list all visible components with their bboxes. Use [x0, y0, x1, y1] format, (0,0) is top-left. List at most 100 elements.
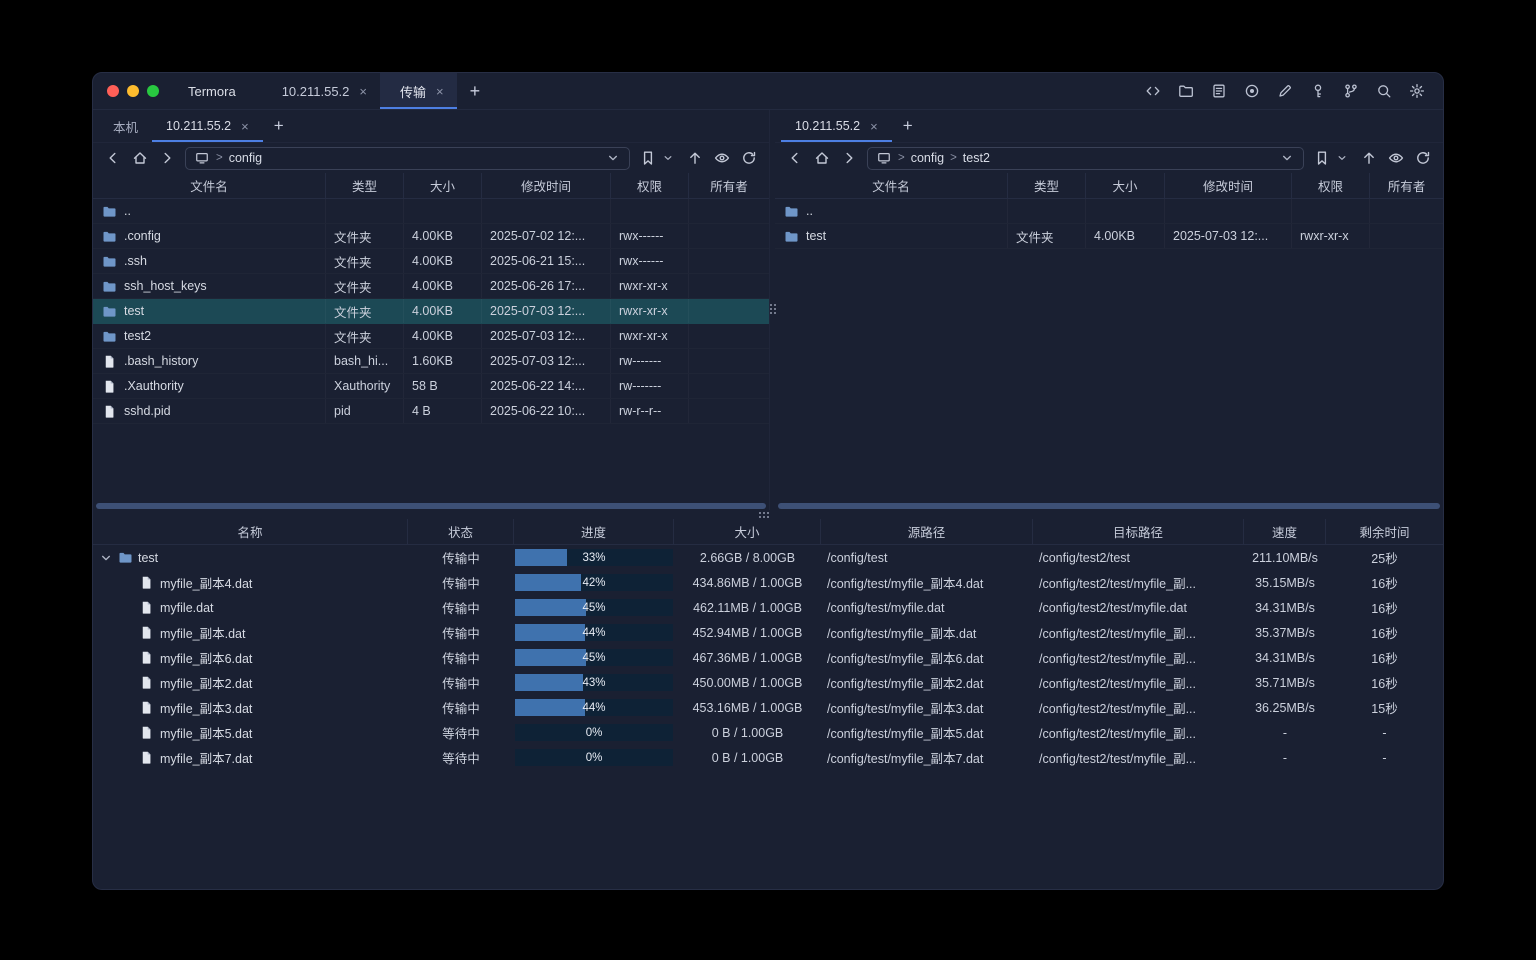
vertical-splitter[interactable] [769, 110, 775, 510]
column-header[interactable]: 进度 [514, 519, 674, 544]
column-header[interactable]: 大小 [404, 173, 482, 198]
file-permissions: rwx------ [611, 224, 689, 248]
transfer-row[interactable]: myfile_副本3.dat传输中44%453.16MB / 1.00GB/co… [93, 695, 1443, 720]
back-icon[interactable] [104, 149, 122, 167]
file-row[interactable]: .ssh文件夹4.00KB2025-06-21 15:...rwx------ [93, 249, 769, 274]
refresh-icon[interactable] [1414, 149, 1432, 167]
close-icon[interactable]: × [436, 85, 444, 98]
horizontal-scrollbar[interactable] [93, 502, 769, 510]
column-header[interactable]: 状态 [408, 519, 514, 544]
splitter-grip[interactable] [759, 512, 769, 518]
forward-icon[interactable] [840, 149, 858, 167]
column-header[interactable]: 名称 [93, 519, 408, 544]
close-icon[interactable]: × [241, 120, 249, 133]
column-header[interactable]: 修改时间 [482, 173, 611, 198]
eye-icon[interactable] [713, 149, 731, 167]
transfer-row[interactable]: myfile_副本4.dat传输中42%434.86MB / 1.00GB/co… [93, 570, 1443, 595]
settings-icon[interactable] [1408, 82, 1426, 100]
scrollbar-thumb[interactable] [778, 503, 1440, 509]
file-row[interactable]: .XauthorityXauthority58 B2025-06-22 14:.… [93, 374, 769, 399]
home-icon[interactable] [813, 149, 831, 167]
bookmark-icon[interactable] [639, 149, 657, 167]
arrow-up-icon[interactable] [1360, 149, 1378, 167]
path-bar[interactable]: >config [185, 147, 630, 170]
folder-icon[interactable] [1177, 82, 1195, 100]
bookmark-dropdown[interactable] [1313, 149, 1351, 167]
scrollbar-thumb[interactable] [96, 503, 766, 509]
edit-icon[interactable] [1276, 82, 1294, 100]
splitter-grip[interactable] [770, 304, 776, 314]
column-header[interactable]: 源路径 [821, 519, 1033, 544]
file-row[interactable]: test文件夹4.00KB2025-07-03 12:...rwxr-xr-x [93, 299, 769, 324]
arrow-up-icon[interactable] [686, 149, 704, 167]
chevron-down-icon[interactable] [604, 149, 622, 167]
host-tab[interactable]: 10.211.55.2× [262, 73, 380, 109]
home-icon[interactable] [131, 149, 149, 167]
transfer-row[interactable]: myfile_副本5.dat等待中0%0 B / 1.00GB/config/t… [93, 720, 1443, 745]
close-icon[interactable]: × [870, 120, 878, 133]
file-row[interactable]: .. [93, 199, 769, 224]
close-window-button[interactable] [107, 85, 119, 97]
bookmark-icon[interactable] [1313, 149, 1331, 167]
file-row[interactable]: sshd.pidpid4 B2025-06-22 10:...rw-r--r-- [93, 399, 769, 424]
column-header[interactable]: 类型 [326, 173, 404, 198]
panel-new-tab-button[interactable]: + [892, 110, 924, 142]
file-row[interactable]: test文件夹4.00KB2025-07-03 12:...rwxr-xr-x [775, 224, 1443, 249]
column-header[interactable]: 所有者 [1370, 173, 1443, 198]
column-header[interactable]: 文件名 [775, 173, 1008, 198]
file-row[interactable]: .. [775, 199, 1443, 224]
transfer-row[interactable]: test传输中33%2.66GB / 8.00GB/config/test/co… [93, 545, 1443, 570]
chevron-down-icon[interactable] [1333, 149, 1351, 167]
column-header[interactable]: 所有者 [689, 173, 769, 198]
search-icon[interactable] [1375, 82, 1393, 100]
transfer-row[interactable]: myfile.dat传输中45%462.11MB / 1.00GB/config… [93, 595, 1443, 620]
eye-icon[interactable] [1387, 149, 1405, 167]
transfer-row[interactable]: myfile_副本7.dat等待中0%0 B / 1.00GB/config/t… [93, 745, 1443, 770]
transfer-tab[interactable]: 传输× [380, 73, 457, 109]
refresh-icon[interactable] [740, 149, 758, 167]
chevron-down-icon[interactable] [659, 149, 677, 167]
code-icon[interactable] [1144, 82, 1162, 100]
breadcrumb-segment[interactable]: test2 [963, 151, 990, 165]
panel-new-tab-button[interactable]: + [263, 110, 295, 142]
column-header[interactable]: 目标路径 [1033, 519, 1244, 544]
column-header[interactable]: 修改时间 [1165, 173, 1292, 198]
column-header[interactable]: 剩余时间 [1326, 519, 1443, 544]
local-tab[interactable]: 本机 [99, 110, 152, 142]
back-icon[interactable] [786, 149, 804, 167]
log-icon[interactable] [1210, 82, 1228, 100]
transfer-row[interactable]: myfile_副本6.dat传输中45%467.36MB / 1.00GB/co… [93, 645, 1443, 670]
column-header[interactable]: 类型 [1008, 173, 1086, 198]
remote-tab[interactable]: 10.211.55.2× [152, 110, 263, 142]
column-header[interactable]: 速度 [1244, 519, 1326, 544]
column-header[interactable]: 文件名 [93, 173, 326, 198]
forward-icon[interactable] [158, 149, 176, 167]
progress-cell: 45% [514, 645, 674, 670]
breadcrumb-segment[interactable]: config [911, 151, 944, 165]
file-row[interactable]: test2文件夹4.00KB2025-07-03 12:...rwxr-xr-x [93, 324, 769, 349]
remote-tab[interactable]: 10.211.55.2× [781, 110, 892, 142]
minimize-window-button[interactable] [127, 85, 139, 97]
chevron-down-icon[interactable] [99, 551, 113, 565]
key-icon[interactable] [1309, 82, 1327, 100]
file-row[interactable]: .config文件夹4.00KB2025-07-02 12:...rwx----… [93, 224, 769, 249]
record-icon[interactable] [1243, 82, 1261, 100]
new-tab-button[interactable]: + [457, 73, 494, 109]
horizontal-splitter[interactable] [93, 510, 1443, 519]
file-row[interactable]: ssh_host_keys文件夹4.00KB2025-06-26 17:...r… [93, 274, 769, 299]
column-header[interactable]: 大小 [1086, 173, 1165, 198]
zoom-window-button[interactable] [147, 85, 159, 97]
column-header[interactable]: 大小 [674, 519, 821, 544]
file-row[interactable]: .bash_historybash_hi...1.60KB2025-07-03 … [93, 349, 769, 374]
breadcrumb-segment[interactable]: config [229, 151, 262, 165]
bookmark-dropdown[interactable] [639, 149, 677, 167]
chevron-down-icon[interactable] [1278, 149, 1296, 167]
transfer-row[interactable]: myfile_副本2.dat传输中43%450.00MB / 1.00GB/co… [93, 670, 1443, 695]
close-icon[interactable]: × [359, 85, 367, 98]
transfer-row[interactable]: myfile_副本.dat传输中44%452.94MB / 1.00GB/con… [93, 620, 1443, 645]
branch-icon[interactable] [1342, 82, 1360, 100]
path-bar[interactable]: >config>test2 [867, 147, 1304, 170]
horizontal-scrollbar[interactable] [775, 502, 1443, 510]
column-header[interactable]: 权限 [1292, 173, 1370, 198]
column-header[interactable]: 权限 [611, 173, 689, 198]
